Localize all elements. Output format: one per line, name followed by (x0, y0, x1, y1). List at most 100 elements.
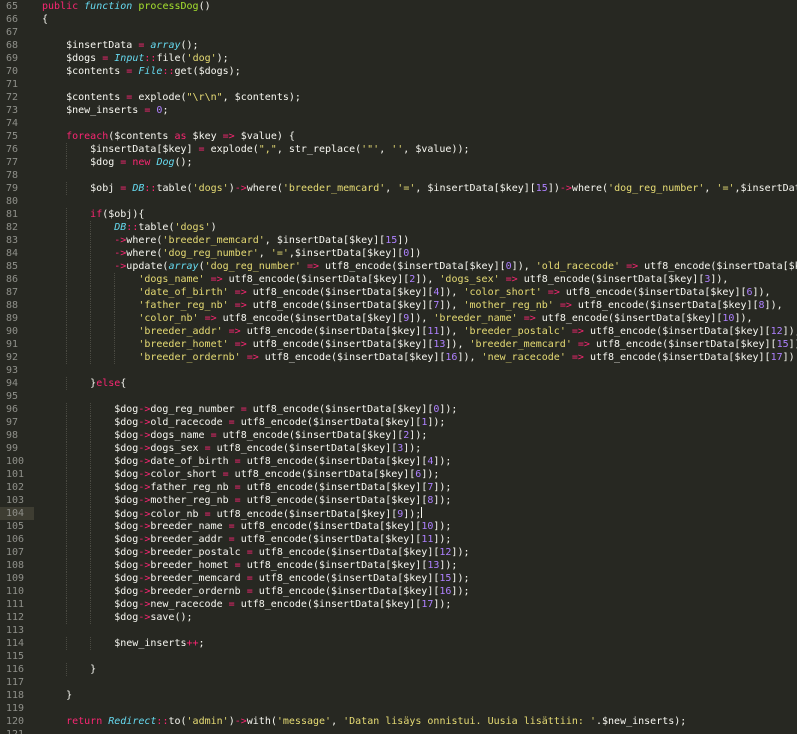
code-line[interactable]: 67 (0, 26, 797, 39)
code-text[interactable]: $dogs = Input::file('dog'); (42, 52, 229, 65)
code-line[interactable]: 111 $dog->new_racecode = utf8_encode($in… (0, 598, 797, 611)
code-line[interactable]: 79 $obj = DB::table('dogs')->where('bree… (0, 182, 797, 195)
code-text[interactable]: ->where('breeder_memcard', $insertData[$… (42, 234, 409, 247)
code-line[interactable]: 107 $dog->breeder_postalc = utf8_encode(… (0, 546, 797, 559)
code-line[interactable]: 93 (0, 364, 797, 377)
code-text[interactable]: $dog->breeder_name = utf8_encode($insert… (42, 520, 451, 533)
code-text[interactable]: 'color_nb' => utf8_encode($insertData[$k… (42, 312, 752, 325)
code-text[interactable]: $dog->dog_reg_number = utf8_encode($inse… (42, 403, 457, 416)
code-line[interactable]: 115 (0, 650, 797, 663)
code-text[interactable]: ->update(array('dog_reg_number' => utf8_… (42, 260, 797, 273)
code-text[interactable]: $dog->breeder_memcard = utf8_encode($ins… (42, 572, 469, 585)
code-text[interactable]: 'dogs_name' => utf8_encode($insertData[$… (42, 273, 728, 286)
code-line[interactable]: 100 $dog->date_of_birth = utf8_encode($i… (0, 455, 797, 468)
code-line[interactable]: 78 (0, 169, 797, 182)
code-line[interactable]: 83 ->where('breeder_memcard', $insertDat… (0, 234, 797, 247)
code-text[interactable]: $dog->old_racecode = utf8_encode($insert… (42, 416, 445, 429)
code-text[interactable]: $contents = File::get($dogs); (42, 65, 241, 78)
code-line[interactable]: 85 ->update(array('dog_reg_number' => ut… (0, 260, 797, 273)
code-line[interactable]: 98 $dog->dogs_name = utf8_encode($insert… (0, 429, 797, 442)
code-text[interactable]: $insertData = array(); (42, 39, 198, 52)
code-text[interactable]: $dog->save(); (42, 611, 192, 624)
code-text[interactable]: if($obj){ (42, 208, 144, 221)
code-text[interactable]: $new_inserts = 0; (42, 104, 168, 117)
code-line[interactable]: 109 $dog->breeder_memcard = utf8_encode(… (0, 572, 797, 585)
code-text[interactable]: return Redirect::to('admin')->with('mess… (42, 715, 686, 728)
code-text[interactable]: $dog->color_short = utf8_encode($insertD… (42, 468, 439, 481)
code-line[interactable]: 99 $dog->dogs_sex = utf8_encode($insertD… (0, 442, 797, 455)
code-line[interactable]: 89 'color_nb' => utf8_encode($insertData… (0, 312, 797, 325)
code-text[interactable]: }else{ (42, 377, 126, 390)
code-line[interactable]: 70 $contents = File::get($dogs); (0, 65, 797, 78)
code-line[interactable]: 106 $dog->breeder_addr = utf8_encode($in… (0, 533, 797, 546)
code-line[interactable]: 94 }else{ (0, 377, 797, 390)
code-text[interactable]: foreach($contents as $key => $value) { (42, 130, 295, 143)
code-line[interactable]: 84 ->where('dog_reg_number', '=',$insert… (0, 247, 797, 260)
code-text[interactable]: } (42, 689, 72, 702)
code-line[interactable]: 110 $dog->breeder_ordernb = utf8_encode(… (0, 585, 797, 598)
code-text[interactable]: public function processDog() (42, 0, 211, 13)
code-text[interactable]: $dog->father_reg_nb = utf8_encode($inser… (42, 481, 451, 494)
code-line[interactable]: 120 return Redirect::to('admin')->with('… (0, 715, 797, 728)
code-line[interactable]: 82 DB::table('dogs') (0, 221, 797, 234)
code-line[interactable]: 116 } (0, 663, 797, 676)
code-text[interactable]: $dog = new Dog(); (42, 156, 192, 169)
code-line[interactable]: 90 'breeder_addr' => utf8_encode($insert… (0, 325, 797, 338)
code-text[interactable]: $obj = DB::table('dogs')->where('breeder… (42, 182, 797, 195)
code-line[interactable]: 112 $dog->save(); (0, 611, 797, 624)
code-line[interactable]: 74 (0, 117, 797, 130)
code-line[interactable]: 101 $dog->color_short = utf8_encode($ins… (0, 468, 797, 481)
code-text[interactable]: $insertData[$key] = explode(",", str_rep… (42, 143, 469, 156)
code-text[interactable]: { (42, 13, 48, 26)
code-text[interactable]: $dog->color_nb = utf8_encode($insertData… (42, 507, 423, 520)
code-text[interactable]: 'breeder_ordernb' => utf8_encode($insert… (42, 351, 794, 364)
code-text[interactable]: $dog->breeder_postalc = utf8_encode($ins… (42, 546, 469, 559)
code-line[interactable]: 117 (0, 676, 797, 689)
code-line[interactable]: 91 'breeder_homet' => utf8_encode($inser… (0, 338, 797, 351)
code-line[interactable]: 71 (0, 78, 797, 91)
code-line[interactable]: 86 'dogs_name' => utf8_encode($insertDat… (0, 273, 797, 286)
code-line[interactable]: 75 foreach($contents as $key => $value) … (0, 130, 797, 143)
code-line[interactable]: 118 } (0, 689, 797, 702)
code-line[interactable]: 108 $dog->breeder_homet = utf8_encode($i… (0, 559, 797, 572)
code-line[interactable]: 121 (0, 728, 797, 734)
code-text[interactable]: $dog->mother_reg_nb = utf8_encode($inser… (42, 494, 451, 507)
code-line[interactable]: 72 $contents = explode("\r\n", $contents… (0, 91, 797, 104)
code-text[interactable]: 'date_of_birth' => utf8_encode($insertDa… (42, 286, 770, 299)
code-line[interactable]: 103 $dog->mother_reg_nb = utf8_encode($i… (0, 494, 797, 507)
code-line[interactable]: 77 $dog = new Dog(); (0, 156, 797, 169)
code-text[interactable]: 'breeder_addr' => utf8_encode($insertDat… (42, 325, 797, 338)
code-text[interactable]: 'father_reg_nb' => utf8_encode($insertDa… (42, 299, 782, 312)
code-line[interactable]: 95 (0, 390, 797, 403)
code-text[interactable]: $contents = explode("\r\n", $contents); (42, 91, 301, 104)
code-line[interactable]: 102 $dog->father_reg_nb = utf8_encode($i… (0, 481, 797, 494)
code-text[interactable]: DB::table('dogs') (42, 221, 216, 234)
code-line[interactable]: 73 $new_inserts = 0; (0, 104, 797, 117)
code-line[interactable]: 92 'breeder_ordernb' => utf8_encode($ins… (0, 351, 797, 364)
code-line[interactable]: 119 (0, 702, 797, 715)
code-line[interactable]: 104 $dog->color_nb = utf8_encode($insert… (0, 507, 797, 520)
code-editor[interactable]: 65 public function processDog() 66{67 68 $i… (0, 0, 797, 734)
code-line[interactable]: 114 $new_inserts++; (0, 637, 797, 650)
code-text[interactable]: $dog->new_racecode = utf8_encode($insert… (42, 598, 451, 611)
code-text[interactable]: } (42, 663, 96, 676)
code-line[interactable]: 80 (0, 195, 797, 208)
code-line[interactable]: 76 $insertData[$key] = explode(",", str_… (0, 143, 797, 156)
code-text[interactable]: $dog->breeder_homet = utf8_encode($inser… (42, 559, 457, 572)
code-line[interactable]: 66 { (0, 13, 797, 26)
code-text[interactable]: $dog->breeder_addr = utf8_encode($insert… (42, 533, 451, 546)
code-line[interactable]: 113 (0, 624, 797, 637)
code-line[interactable]: 68 $insertData = array(); (0, 39, 797, 52)
code-line[interactable]: 69 $dogs = Input::file('dog'); (0, 52, 797, 65)
code-text[interactable]: $dog->dogs_sex = utf8_encode($insertData… (42, 442, 421, 455)
code-text[interactable]: $dog->breeder_ordernb = utf8_encode($ins… (42, 585, 469, 598)
code-line[interactable]: 96 $dog->dog_reg_number = utf8_encode($i… (0, 403, 797, 416)
code-text[interactable]: $dog->dogs_name = utf8_encode($insertDat… (42, 429, 427, 442)
code-text[interactable]: 'breeder_homet' => utf8_encode($insertDa… (42, 338, 797, 351)
code-line[interactable]: 87 'date_of_birth' => utf8_encode($inser… (0, 286, 797, 299)
code-line[interactable]: 97 $dog->old_racecode = utf8_encode($ins… (0, 416, 797, 429)
code-text[interactable]: ->where('dog_reg_number', '=',$insertDat… (42, 247, 421, 260)
code-line[interactable]: 105 $dog->breeder_name = utf8_encode($in… (0, 520, 797, 533)
code-line[interactable]: 88 'father_reg_nb' => utf8_encode($inser… (0, 299, 797, 312)
code-line[interactable]: 65 public function processDog() (0, 0, 797, 13)
